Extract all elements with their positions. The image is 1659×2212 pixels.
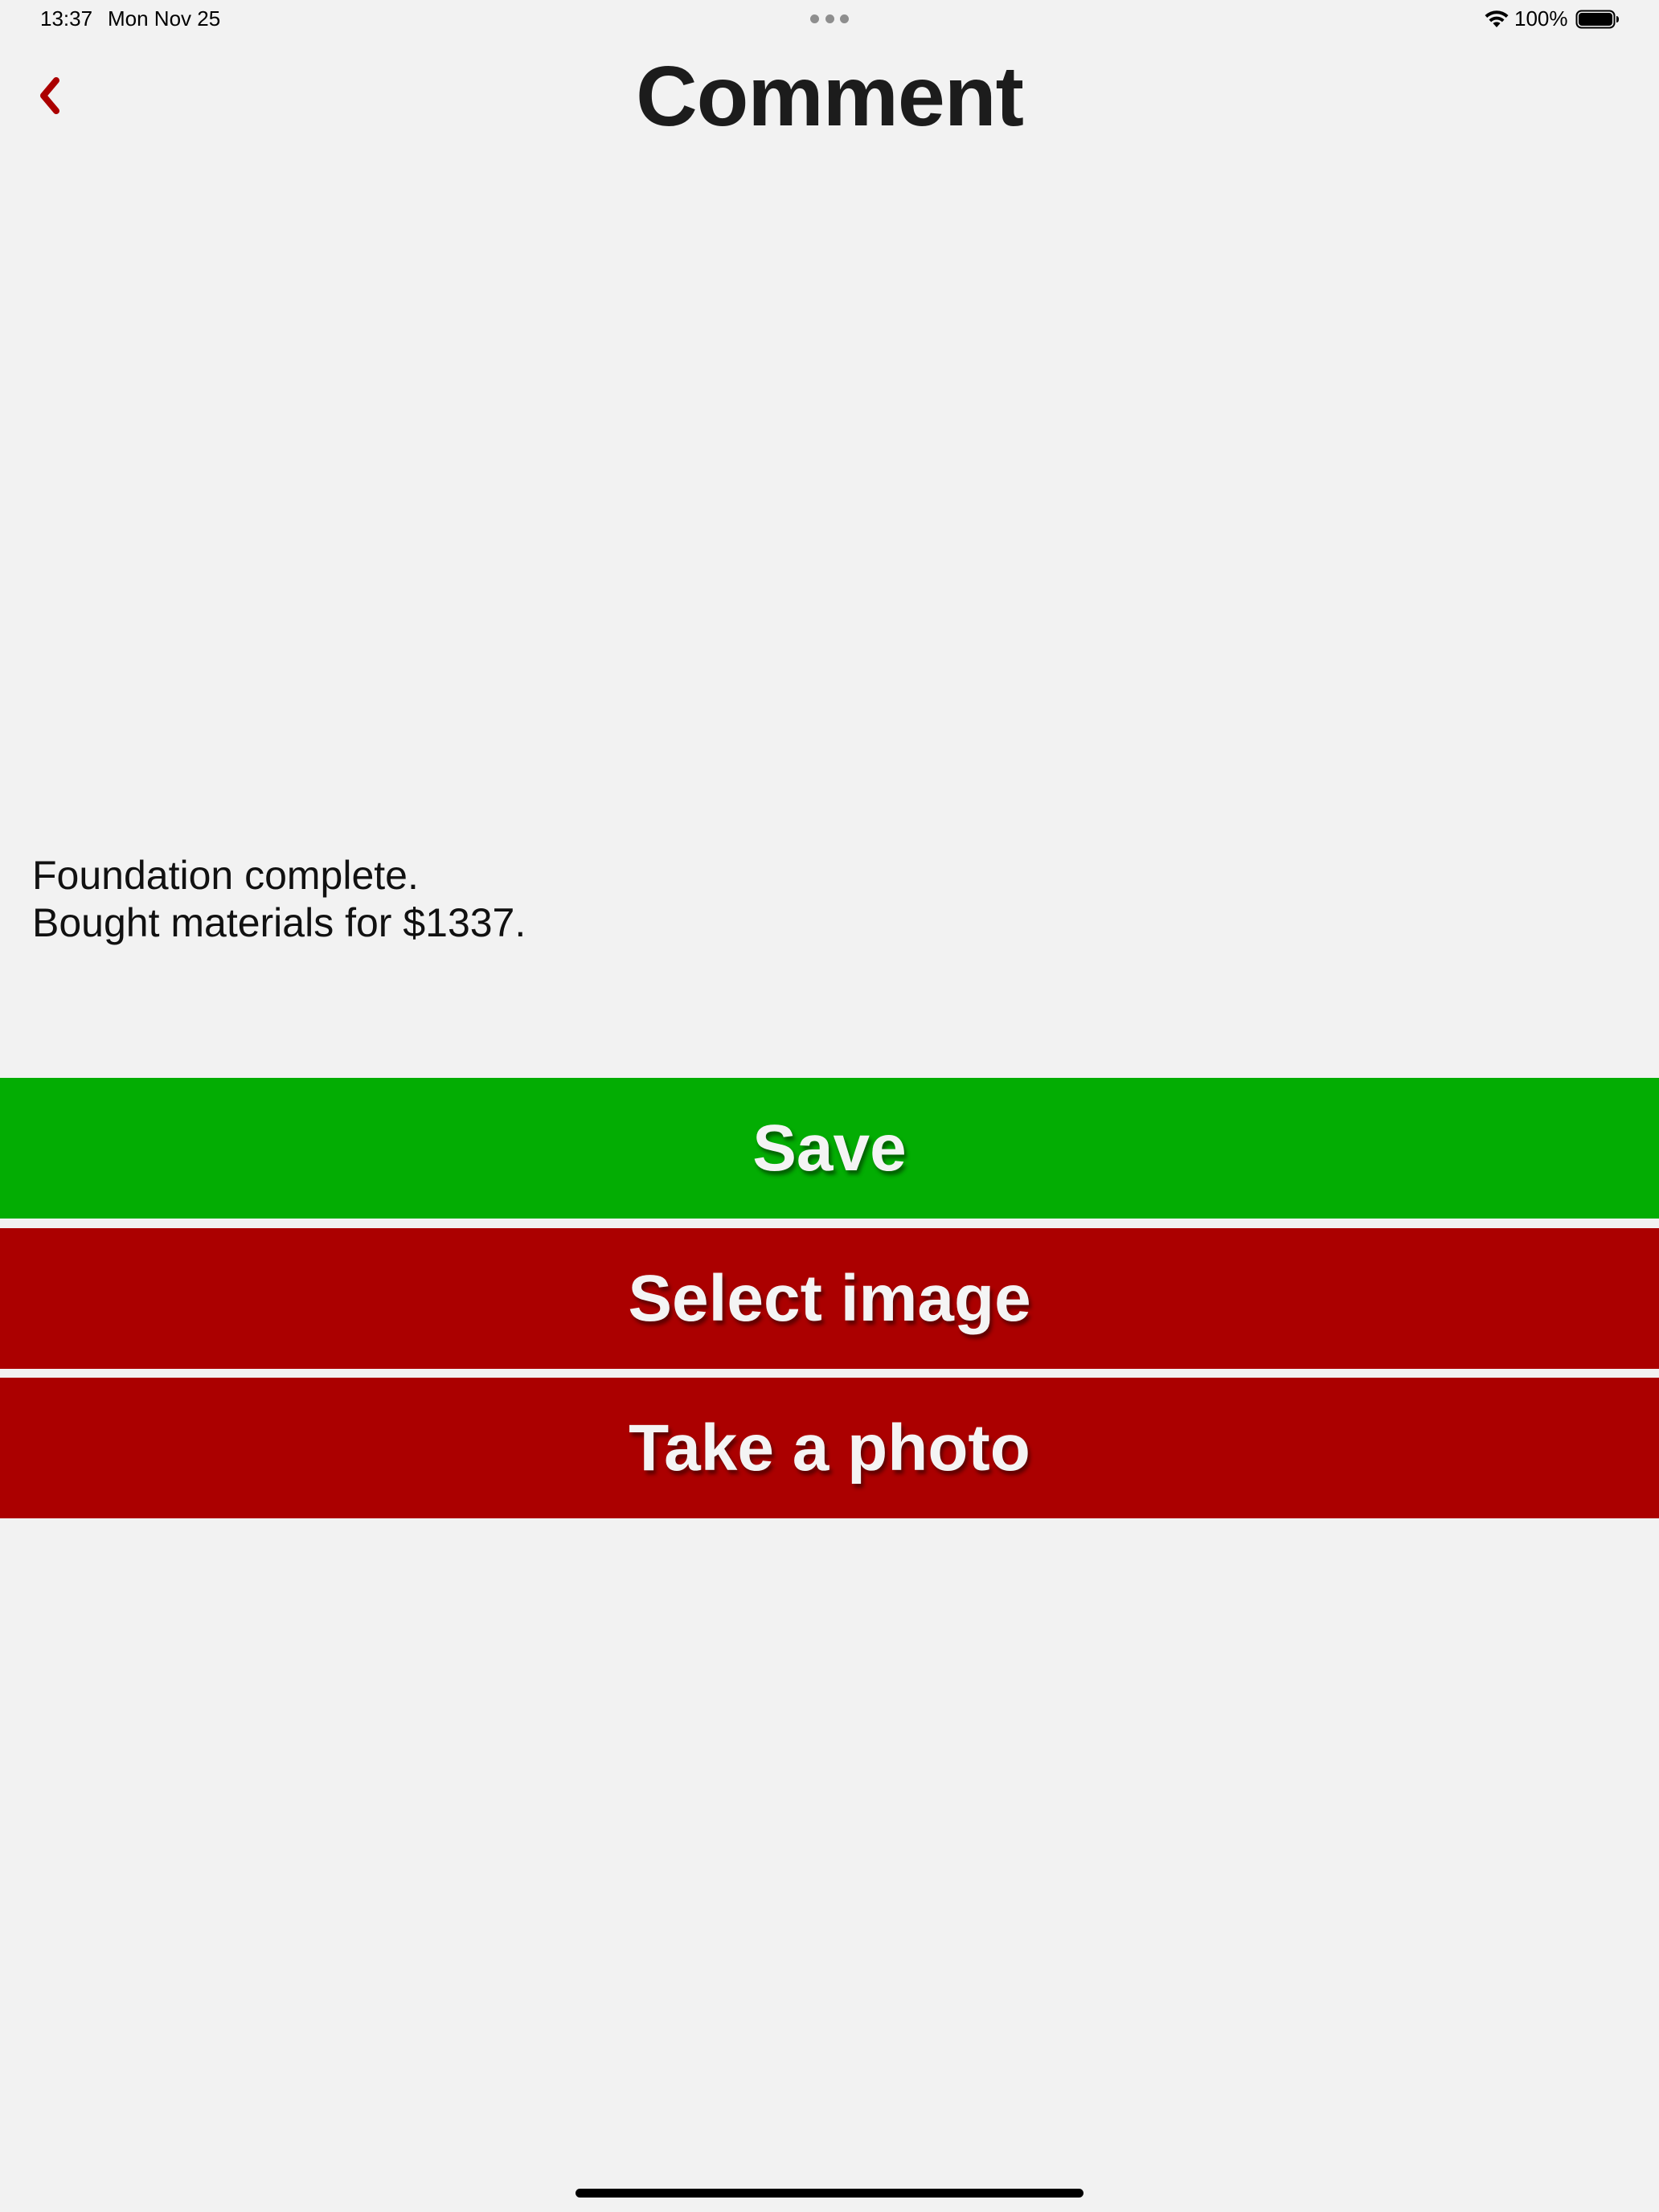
dot: [840, 14, 849, 23]
battery-percent: 100%: [1514, 6, 1568, 31]
save-button[interactable]: Save: [0, 1078, 1659, 1219]
status-time: 13:37: [40, 6, 93, 31]
dot: [825, 14, 834, 23]
take-photo-button[interactable]: Take a photo: [0, 1378, 1659, 1518]
battery-icon: [1575, 10, 1619, 29]
select-image-button[interactable]: Select image: [0, 1228, 1659, 1369]
multitask-dots-icon[interactable]: [810, 14, 849, 24]
dot: [810, 14, 819, 23]
comment-text[interactable]: Foundation complete. Bought materials fo…: [32, 852, 1624, 947]
status-bar: 13:37 Mon Nov 25 100%: [0, 0, 1659, 39]
comment-screen: 13:37 Mon Nov 25 100% Comment Foundation…: [0, 0, 1659, 2212]
home-indicator[interactable]: [576, 2189, 1083, 2198]
page-title: Comment: [636, 49, 1024, 144]
status-date: Mon Nov 25: [108, 6, 221, 31]
wifi-icon: [1485, 10, 1509, 27]
